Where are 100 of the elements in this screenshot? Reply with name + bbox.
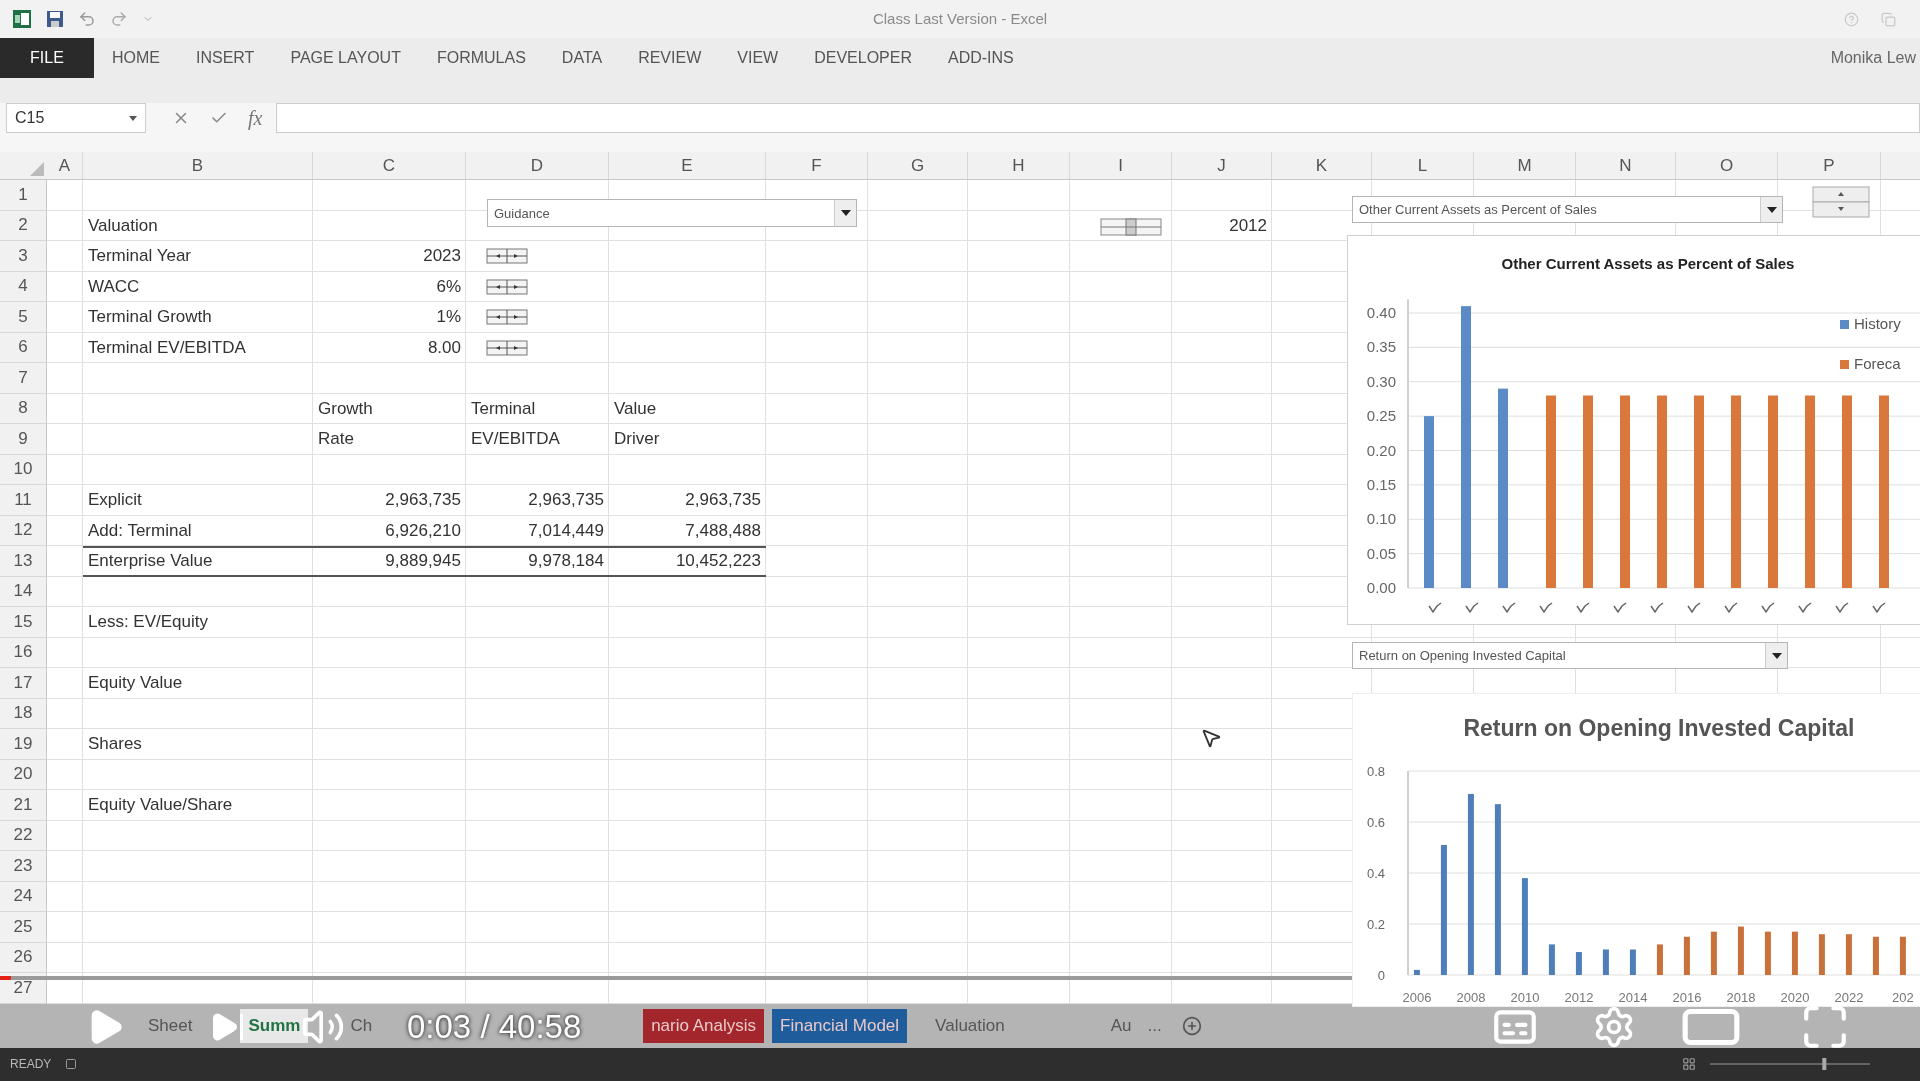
- ribbon-tab[interactable]: PAGE LAYOUT: [272, 38, 419, 78]
- axis-label-mark: [1650, 602, 1664, 614]
- normal-view-icon[interactable]: [1682, 1057, 1696, 1072]
- spinner-control[interactable]: [486, 307, 528, 327]
- sheet-cell-text: Driver: [613, 428, 661, 451]
- row-header[interactable]: 23: [0, 851, 47, 882]
- sheet-cell-text: Shares: [87, 733, 143, 756]
- chart-bar: [1602, 949, 1609, 975]
- column-header[interactable]: A: [47, 152, 83, 179]
- ribbon-tab[interactable]: HOME: [94, 38, 178, 78]
- save-icon[interactable]: [46, 10, 64, 28]
- excel-logo-icon[interactable]: [12, 9, 32, 29]
- row-header[interactable]: 11: [0, 485, 47, 516]
- chart-selector-dropdown[interactable]: Other Current Assets as Percent of Sales: [1352, 196, 1783, 223]
- scenario-dropdown[interactable]: Guidance: [487, 199, 857, 227]
- axis-label-mark: [1872, 602, 1886, 614]
- formula-input[interactable]: [276, 103, 1920, 133]
- row-header[interactable]: 6: [0, 332, 47, 363]
- axis-label: 0.6: [1366, 815, 1385, 830]
- column-header[interactable]: I: [1070, 152, 1172, 179]
- macro-record-icon[interactable]: [65, 1058, 78, 1071]
- column-header[interactable]: H: [968, 152, 1070, 179]
- sheet-tab[interactable]: Summ: [240, 1008, 309, 1043]
- row-header[interactable]: 4: [0, 271, 47, 302]
- axis-label: 0.20: [1366, 441, 1396, 459]
- ribbon-tab[interactable]: DEVELOPER: [796, 38, 930, 78]
- ribbon-tab[interactable]: REVIEW: [620, 38, 720, 78]
- axis-label-mark: [1761, 602, 1775, 614]
- more-sheets-link[interactable]: ...: [1147, 1015, 1162, 1036]
- sheet-tab[interactable]: Sheet: [140, 1008, 201, 1043]
- row-header[interactable]: 16: [0, 637, 47, 668]
- sheet-cell-text: Terminal EV/EBITDA: [87, 336, 247, 359]
- column-header[interactable]: L: [1372, 152, 1474, 179]
- row-header[interactable]: 13: [0, 546, 47, 577]
- sheet-tab[interactable]: nario Analysis: [643, 1008, 765, 1043]
- column-header[interactable]: J: [1172, 152, 1272, 179]
- axis-label: 2018: [1726, 990, 1756, 1005]
- column-header[interactable]: C: [313, 152, 466, 179]
- chart-bar: [1737, 926, 1744, 975]
- redo-icon[interactable]: [110, 10, 128, 28]
- column-header[interactable]: K: [1272, 152, 1372, 179]
- row-header[interactable]: 26: [0, 942, 47, 973]
- chart-selector-dropdown[interactable]: Return on Opening Invested Capital: [1352, 642, 1788, 669]
- sheet-tab[interactable]: Valuation: [927, 1008, 1013, 1043]
- spinner-control[interactable]: [486, 276, 528, 297]
- sheet-tab[interactable]: Ch: [342, 1008, 381, 1043]
- column-header[interactable]: F: [766, 152, 868, 179]
- column-header[interactable]: M: [1474, 152, 1576, 179]
- window-title: Class Last Version - Excel: [872, 10, 1048, 27]
- row-header[interactable]: 20: [0, 759, 47, 790]
- status-text: READY: [10, 1057, 52, 1072]
- name-box[interactable]: C15: [6, 103, 146, 133]
- row-header[interactable]: 3: [0, 241, 47, 272]
- column-header[interactable]: N: [1576, 152, 1676, 179]
- row-header[interactable]: 8: [0, 393, 47, 424]
- ribbon-tab[interactable]: DATA: [543, 38, 621, 78]
- column-header[interactable]: D: [466, 152, 609, 179]
- row-header[interactable]: 1: [0, 180, 47, 211]
- ribbon-tab[interactable]: FILE: [0, 38, 94, 78]
- chart-title: Return on Opening Invested Capital: [1463, 715, 1855, 741]
- axis-label: 0: [1377, 968, 1385, 983]
- row-header[interactable]: 19: [0, 729, 47, 760]
- row-header[interactable]: 18: [0, 698, 47, 729]
- row-header[interactable]: 25: [0, 912, 47, 943]
- column-header[interactable]: E: [609, 152, 766, 179]
- column-header[interactable]: O: [1676, 152, 1778, 179]
- ribbon-tab[interactable]: ADD-INS: [929, 38, 1032, 78]
- undo-icon[interactable]: [78, 10, 96, 28]
- row-header[interactable]: 15: [0, 607, 47, 638]
- row-header[interactable]: 7: [0, 363, 47, 394]
- row-header[interactable]: 9: [0, 424, 47, 455]
- zoom-slider[interactable]: [1710, 1058, 1870, 1071]
- ribbon-tab[interactable]: FORMULAS: [418, 38, 544, 78]
- column-header[interactable]: B: [83, 152, 313, 179]
- sheet-tab[interactable]: Financial Model: [772, 1008, 908, 1043]
- ribbon-tab[interactable]: INSERT: [178, 38, 273, 78]
- axis-label-mark: [1835, 602, 1849, 614]
- row-header[interactable]: 22: [0, 820, 47, 851]
- spinner-control[interactable]: [486, 246, 528, 266]
- column-header[interactable]: P: [1778, 152, 1881, 179]
- chart-bar: [1710, 931, 1717, 975]
- row-header[interactable]: 5: [0, 302, 47, 333]
- scroll-bar-control[interactable]: [1100, 215, 1162, 239]
- sheet-tab[interactable]: Au: [1102, 1008, 1140, 1043]
- row-header[interactable]: 12: [0, 515, 47, 546]
- insert-function-button[interactable]: fx: [248, 106, 263, 130]
- ribbon-tab[interactable]: VIEW: [719, 38, 797, 78]
- column-header[interactable]: G: [868, 152, 968, 179]
- sheet-cell-text: 2,963,735: [684, 489, 762, 512]
- row-header[interactable]: 24: [0, 881, 47, 912]
- row-header[interactable]: 2: [0, 210, 47, 241]
- user-name[interactable]: Monika Lew: [1830, 49, 1916, 67]
- add-sheet-icon[interactable]: [1181, 1015, 1202, 1036]
- row-header[interactable]: 14: [0, 576, 47, 607]
- dropdown-arrow-icon: [1771, 652, 1782, 659]
- spinner-control[interactable]: [486, 337, 528, 358]
- row-header[interactable]: 10: [0, 454, 47, 485]
- row-header[interactable]: 21: [0, 790, 47, 821]
- row-header[interactable]: 17: [0, 668, 47, 699]
- axis-label-mark: [1798, 602, 1812, 614]
